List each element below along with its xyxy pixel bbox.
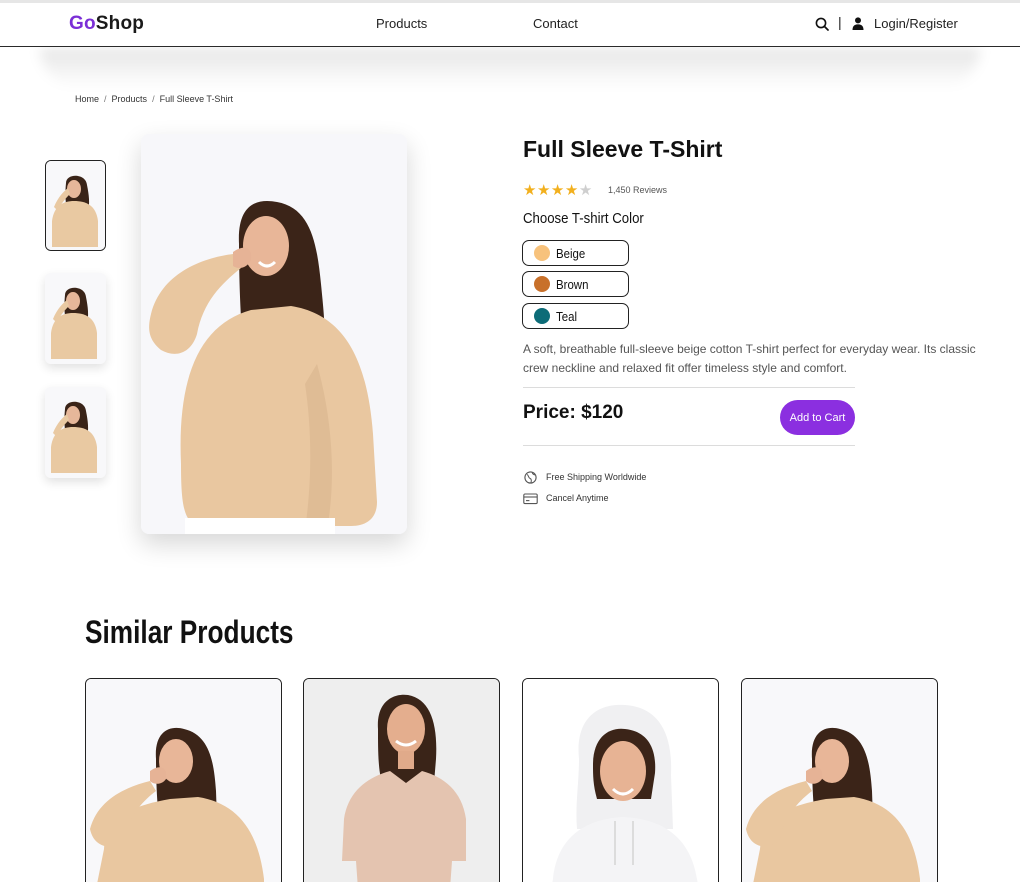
- similar-product-card[interactable]: [741, 678, 938, 882]
- color-option-beige[interactable]: Beige: [522, 240, 629, 266]
- feature-cancel: Cancel Anytime: [546, 493, 609, 503]
- color-option-brown[interactable]: Brown: [522, 271, 629, 297]
- logo-suffix: Shop: [95, 13, 145, 34]
- model-photo: [523, 679, 718, 882]
- product-thumbnail-1[interactable]: [45, 160, 106, 251]
- similar-product-card[interactable]: [303, 678, 500, 882]
- color-swatch: [534, 276, 550, 292]
- feature-shipping: Free Shipping Worldwide: [546, 472, 647, 482]
- model-photo: [141, 134, 407, 534]
- product-thumbnail-3[interactable]: [45, 387, 106, 478]
- divider: [523, 445, 855, 446]
- card-icon: [523, 493, 538, 505]
- globe-icon: [524, 471, 537, 484]
- add-to-cart-button[interactable]: Add to Cart: [780, 400, 855, 435]
- similar-product-card[interactable]: [85, 678, 282, 882]
- breadcrumb-current: Full Sleeve T-Shirt: [159, 94, 233, 104]
- nav-products[interactable]: Products: [376, 16, 427, 31]
- color-label: Beige: [556, 246, 586, 261]
- color-swatch: [534, 245, 550, 261]
- star-filled-icon: ★: [536, 182, 551, 199]
- star-filled-icon: ★: [550, 182, 565, 199]
- star-filled-icon: ★: [523, 182, 537, 199]
- breadcrumb-products[interactable]: Products: [112, 94, 148, 104]
- breadcrumb-separator: /: [152, 94, 155, 104]
- divider: [523, 387, 855, 388]
- header-separator: |: [838, 14, 842, 30]
- color-swatch: [534, 308, 550, 324]
- color-label: Teal: [556, 309, 577, 324]
- color-choose-label: Choose T-shirt Color: [523, 210, 644, 227]
- search-icon[interactable]: [815, 17, 829, 31]
- similar-product-card[interactable]: [522, 678, 719, 882]
- site-header: GoShop Products Contact | Login/Register: [0, 3, 1020, 47]
- login-register-link[interactable]: Login/Register: [874, 16, 958, 31]
- model-photo: [86, 679, 281, 882]
- model-photo: [304, 679, 499, 882]
- color-label: Brown: [556, 277, 589, 292]
- product-title: Full Sleeve T-Shirt: [523, 136, 723, 162]
- model-photo: [742, 679, 937, 882]
- logo-prefix: Go: [69, 13, 96, 34]
- breadcrumb-home[interactable]: Home: [75, 94, 99, 104]
- star-empty-icon: ★: [578, 182, 593, 199]
- product-price: Price: $120: [523, 402, 624, 423]
- user-icon[interactable]: [852, 17, 864, 30]
- model-photo: [46, 161, 105, 250]
- product-description: A soft, breathable full-sleeve beige cot…: [523, 342, 976, 375]
- color-option-teal[interactable]: Teal: [522, 303, 629, 329]
- rating-stars: ★★★★★: [523, 181, 593, 199]
- breadcrumb-separator: /: [104, 94, 107, 104]
- breadcrumb: Home / Products / Full Sleeve T-Shirt: [75, 94, 233, 104]
- product-thumbnail-2[interactable]: [45, 273, 106, 364]
- logo[interactable]: GoShop: [69, 13, 144, 35]
- model-photo: [45, 387, 106, 478]
- nav-contact[interactable]: Contact: [533, 16, 578, 31]
- model-photo: [45, 273, 106, 364]
- product-main-image: [141, 134, 407, 534]
- similar-products-heading: Similar Products: [85, 614, 294, 650]
- review-count[interactable]: 1,450 Reviews: [608, 185, 667, 195]
- header-shadow: [40, 48, 980, 88]
- star-filled-icon: ★: [564, 182, 579, 199]
